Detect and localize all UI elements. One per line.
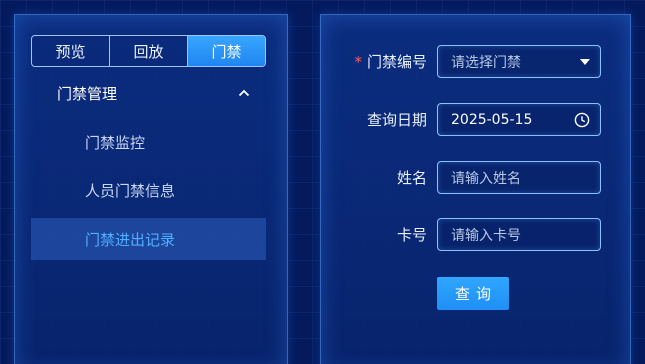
card-no-placeholder: 请输入卡号 — [451, 227, 521, 244]
tab-preview[interactable]: 预览 — [32, 36, 110, 66]
form-row-card-no: 卡号 请输入卡号 — [321, 218, 632, 251]
menu-item-access-records[interactable]: 门禁进出记录 — [31, 218, 266, 260]
card-no-input[interactable]: 请输入卡号 — [437, 218, 601, 251]
form-row-name: 姓名 请输入姓名 — [321, 161, 632, 194]
query-date-label: 查询日期 — [366, 111, 427, 129]
chevron-up-icon — [238, 87, 250, 99]
clock-icon — [574, 112, 590, 128]
door-no-placeholder: 请选择门禁 — [451, 54, 521, 71]
query-form-panel: * 门禁编号 请选择门禁 查询日期 2025-05-15 姓名 请输入姓名 卡号 — [320, 14, 631, 364]
door-no-label: * 门禁编号 — [354, 45, 427, 78]
menu-item-personnel-access-info[interactable]: 人员门禁信息 — [31, 169, 266, 211]
menu-item-access-monitor[interactable]: 门禁监控 — [31, 121, 266, 163]
name-label: 姓名 — [396, 169, 427, 187]
mode-tabs: 预览 回放 门禁 — [31, 35, 266, 67]
tab-access-control[interactable]: 门禁 — [188, 36, 265, 66]
name-input[interactable]: 请输入姓名 — [437, 161, 601, 194]
card-no-label: 卡号 — [396, 226, 427, 244]
caret-down-icon — [580, 58, 590, 65]
required-mark: * — [354, 52, 362, 71]
query-button[interactable]: 查询 — [437, 277, 509, 310]
door-no-label-text: 门禁编号 — [366, 53, 427, 71]
tab-playback[interactable]: 回放 — [110, 36, 188, 66]
form-row-query-date: 查询日期 2025-05-15 — [321, 103, 632, 136]
menu-group-access-management[interactable]: 门禁管理 — [31, 77, 266, 109]
door-no-select[interactable]: 请选择门禁 — [437, 45, 601, 78]
menu-group-label: 门禁管理 — [57, 84, 118, 103]
query-date-picker[interactable]: 2025-05-15 — [437, 103, 601, 136]
query-date-value: 2025-05-15 — [451, 111, 533, 128]
left-nav-panel: 预览 回放 门禁 门禁管理 门禁监控 人员门禁信息 门禁进出记录 — [14, 14, 288, 364]
form-row-door-no: * 门禁编号 请选择门禁 — [321, 45, 632, 78]
name-placeholder: 请输入姓名 — [451, 170, 521, 187]
